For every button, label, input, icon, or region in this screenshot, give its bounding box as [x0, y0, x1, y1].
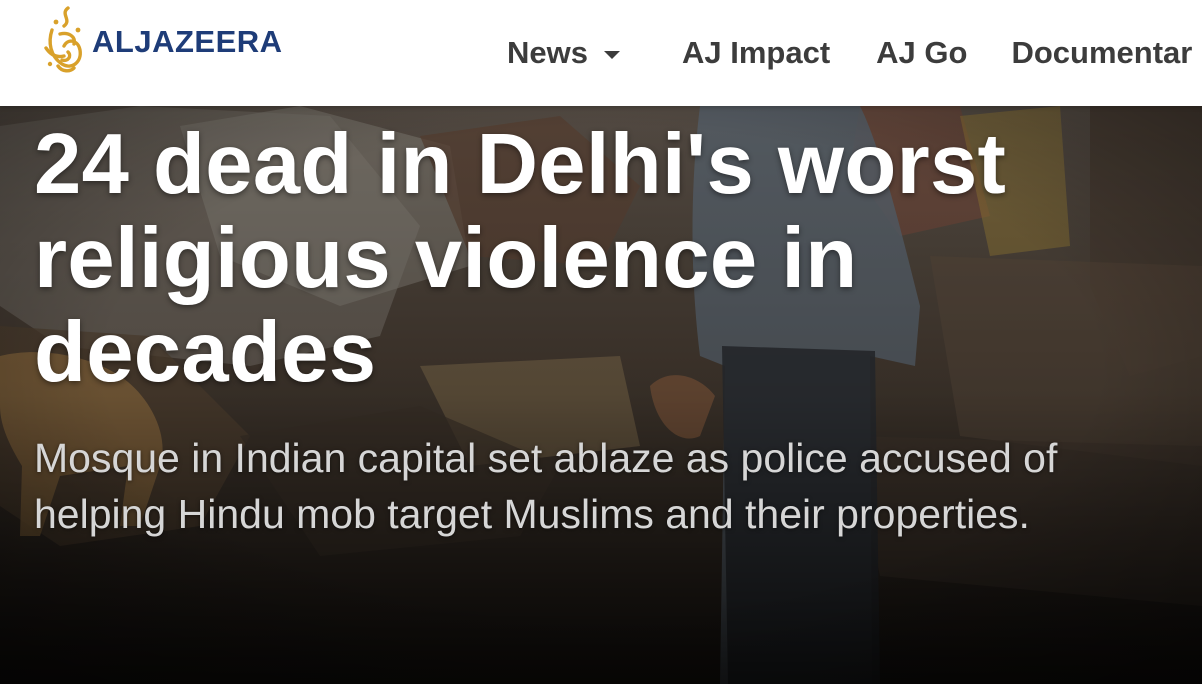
nav-item-label: AJ Go: [876, 35, 968, 70]
nav-item-label: News: [507, 35, 588, 70]
article-headline[interactable]: 24 dead in Delhi's worst religious viole…: [34, 118, 1184, 400]
main-nav: News AJ Impact AJ Go Documentar: [507, 34, 1192, 72]
caret-down-icon: [603, 51, 620, 59]
nav-item-label: Documentar: [1011, 35, 1193, 70]
nav-item-aj-impact[interactable]: AJ Impact: [682, 34, 830, 72]
hero-text: 24 dead in Delhi's worst religious viole…: [34, 118, 1184, 542]
article-standfirst: Mosque in Indian capital set ablaze as p…: [34, 435, 1058, 537]
nav-item-documentaries[interactable]: Documentar: [1011, 34, 1192, 72]
nav-item-aj-go[interactable]: AJ Go: [876, 34, 967, 72]
nav-item-news[interactable]: News: [507, 34, 620, 72]
page: ALJAZEERA News AJ Impact AJ Go Documenta…: [0, 0, 1202, 684]
aljazeera-calligraphy-logo-icon: [44, 6, 82, 73]
aljazeera-logo-link[interactable]: ALJAZEERA: [38, 4, 283, 76]
logo-wordmark: ALJAZEERA: [92, 23, 283, 59]
hero-article[interactable]: 24 dead in Delhi's worst religious viole…: [0, 106, 1202, 684]
site-header: ALJAZEERA News AJ Impact AJ Go Documenta…: [0, 0, 1202, 106]
nav-item-label: AJ Impact: [681, 35, 831, 70]
